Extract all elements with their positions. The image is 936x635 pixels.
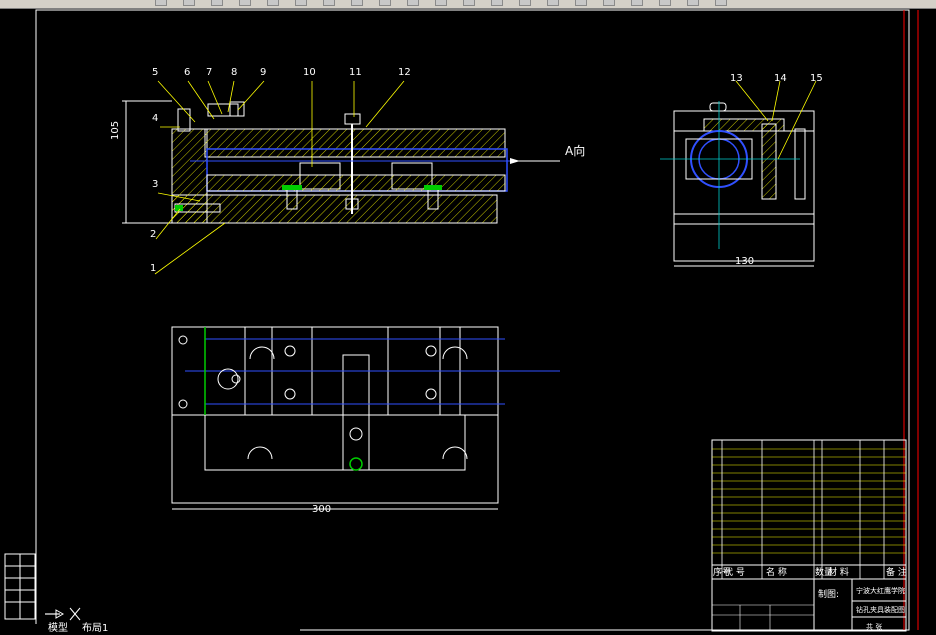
print-icon[interactable] xyxy=(211,0,223,6)
cut-icon[interactable] xyxy=(267,0,279,6)
save-icon[interactable] xyxy=(183,0,195,6)
tab-layout1[interactable]: 布局1 xyxy=(82,623,108,635)
callout-14: 14 xyxy=(774,73,787,84)
direction-label: A向 xyxy=(565,143,585,158)
top-view: 300 xyxy=(171,326,560,515)
copy-icon[interactable] xyxy=(295,0,307,6)
layout-tabs: 模型 布局1 xyxy=(0,623,300,635)
binding-strip xyxy=(4,553,36,620)
calc-icon[interactable] xyxy=(687,0,699,6)
callout-3: 3 xyxy=(152,179,158,190)
parts-header: 序号 代 号 名 称 数量 材 料 备 注 xyxy=(713,566,907,578)
sheet-label: 共 张 xyxy=(866,622,882,631)
drawing-canvas[interactable]: A向 105 5 6 7 8 9 10 11 12 4 3 2 1 130 13… xyxy=(0,9,936,634)
parts-list: 序号 代 号 名 称 数量 材 料 备 注 制图: 宁波大红鹰学院 钻孔夹具装配… xyxy=(711,439,907,632)
sheet-set-icon[interactable] xyxy=(631,0,643,6)
callout-13: 13 xyxy=(730,73,743,84)
paste-icon[interactable] xyxy=(323,0,335,6)
front-view: A向 105 5 6 7 8 9 10 11 12 4 3 2 1 xyxy=(110,67,585,275)
school-name: 宁波大红鹰学院 xyxy=(856,586,905,595)
top-width-dimension: 300 xyxy=(312,504,331,515)
callout-7: 7 xyxy=(206,67,212,78)
callout-8: 8 xyxy=(231,67,237,78)
callout-11: 11 xyxy=(349,67,362,78)
redo-icon[interactable] xyxy=(407,0,419,6)
preview-icon[interactable] xyxy=(239,0,251,6)
open-icon[interactable] xyxy=(155,0,167,6)
callout-9: 9 xyxy=(260,67,266,78)
tab-model[interactable]: 模型 xyxy=(48,623,68,635)
pan-icon[interactable] xyxy=(435,0,447,6)
match-icon[interactable] xyxy=(351,0,363,6)
height-dimension: 105 xyxy=(110,121,121,140)
callout-1: 1 xyxy=(150,263,156,274)
callout-10: 10 xyxy=(303,67,316,78)
zoom-prev-icon[interactable] xyxy=(519,0,531,6)
svg-text:材 料: 材 料 xyxy=(828,566,849,578)
markup-icon[interactable] xyxy=(659,0,671,6)
drawing-title: 钻孔夹具装配图 xyxy=(856,605,905,614)
ucs-icon xyxy=(45,607,81,621)
zoom-window-icon[interactable] xyxy=(491,0,503,6)
side-view: 130 13 14 15 xyxy=(660,73,823,267)
svg-text:名 称: 名 称 xyxy=(766,566,787,578)
callout-15: 15 xyxy=(810,73,823,84)
callout-2: 2 xyxy=(150,229,156,240)
side-width-dimension: 130 xyxy=(735,256,754,267)
svg-text:代 号: 代 号 xyxy=(724,567,745,578)
callout-5: 5 xyxy=(152,67,158,78)
svg-text:备 注: 备 注 xyxy=(886,566,907,578)
help-icon[interactable] xyxy=(715,0,727,6)
tool-palette-icon[interactable] xyxy=(603,0,615,6)
callout-6: 6 xyxy=(184,67,190,78)
undo-icon[interactable] xyxy=(379,0,391,6)
drawer-label: 制图: xyxy=(818,588,839,600)
toolbar xyxy=(0,0,936,9)
callout-12: 12 xyxy=(398,67,411,78)
properties-icon[interactable] xyxy=(547,0,559,6)
design-center-icon[interactable] xyxy=(575,0,587,6)
zoom-icon[interactable] xyxy=(463,0,475,6)
callout-4: 4 xyxy=(152,113,158,124)
